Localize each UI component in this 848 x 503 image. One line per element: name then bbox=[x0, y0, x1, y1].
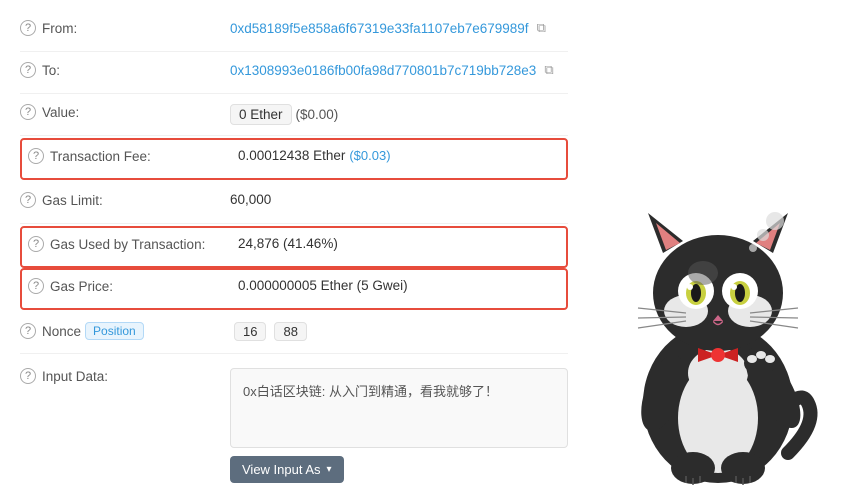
value-eth: 0 Ether bbox=[230, 104, 292, 125]
from-label: From: bbox=[42, 21, 77, 36]
view-input-as-button[interactable]: View Input As ▾ bbox=[230, 456, 344, 483]
to-label: To: bbox=[42, 63, 60, 78]
right-panel bbox=[588, 0, 848, 503]
nonce-value-col: 16 88 bbox=[230, 322, 568, 341]
gas-used-value: 24,876 (41.46%) bbox=[238, 236, 338, 251]
tx-fee-label: Transaction Fee: bbox=[50, 149, 151, 164]
gas-price-label-col: ? Gas Price: bbox=[28, 278, 238, 294]
main-container: ? From: 0xd58189f5e858a6f67319e33fa1107e… bbox=[0, 0, 848, 503]
from-address[interactable]: 0xd58189f5e858a6f67319e33fa1107eb7e67998… bbox=[230, 21, 529, 36]
tx-fee-value-col: 0.00012438 Ether ($0.03) bbox=[238, 148, 560, 163]
from-label-col: ? From: bbox=[20, 20, 230, 36]
to-help-icon[interactable]: ? bbox=[20, 62, 36, 78]
input-data-help-icon[interactable]: ? bbox=[20, 368, 36, 384]
input-data-label: Input Data: bbox=[42, 369, 108, 384]
view-input-as-label: View Input As bbox=[242, 462, 321, 477]
gas-used-label-col: ? Gas Used by Transaction: bbox=[28, 236, 238, 252]
gas-used-help-icon[interactable]: ? bbox=[28, 236, 44, 252]
nonce-number: 16 bbox=[234, 322, 266, 341]
to-copy-icon[interactable]: ⧉ bbox=[544, 62, 553, 78]
value-label: Value: bbox=[42, 105, 79, 120]
input-data-label-col: ? Input Data: bbox=[20, 364, 230, 384]
nonce-tag[interactable]: Position bbox=[85, 322, 144, 340]
tx-fee-help-icon[interactable]: ? bbox=[28, 148, 44, 164]
from-copy-icon[interactable]: ⧉ bbox=[537, 20, 546, 36]
input-data-section: 0x白话区块链: 从入门到精通，看我就够了！ View Input As ▾ bbox=[230, 364, 568, 483]
nonce-label: Nonce bbox=[42, 324, 81, 339]
tx-fee-label-col: ? Transaction Fee: bbox=[28, 148, 238, 164]
to-label-col: ? To: bbox=[20, 62, 230, 78]
from-row: ? From: 0xd58189f5e858a6f67319e33fa1107e… bbox=[20, 10, 568, 52]
gas-limit-label: Gas Limit: bbox=[42, 193, 103, 208]
value-label-col: ? Value: bbox=[20, 104, 230, 120]
gas-used-value-col: 24,876 (41.46%) bbox=[238, 236, 560, 251]
left-panel: ? From: 0xd58189f5e858a6f67319e33fa1107e… bbox=[0, 0, 588, 503]
value-row: ? Value: 0 Ether ($0.00) bbox=[20, 94, 568, 136]
gas-limit-value: 60,000 bbox=[230, 192, 271, 207]
input-data-box: 0x白话区块链: 从入门到精通，看我就够了！ bbox=[230, 368, 568, 448]
cat-illustration bbox=[608, 163, 828, 493]
input-data-row: ? Input Data: 0x白话区块链: 从入门到精通，看我就够了！ Vie… bbox=[20, 354, 568, 493]
gas-limit-value-col: 60,000 bbox=[230, 192, 568, 207]
from-value-col: 0xd58189f5e858a6f67319e33fa1107eb7e67998… bbox=[230, 20, 568, 36]
gas-used-row: ? Gas Used by Transaction: 24,876 (41.46… bbox=[20, 226, 568, 268]
from-help-icon[interactable]: ? bbox=[20, 20, 36, 36]
gas-limit-help-icon[interactable]: ? bbox=[20, 192, 36, 208]
transaction-fee-row: ? Transaction Fee: 0.00012438 Ether ($0.… bbox=[20, 138, 568, 180]
to-row: ? To: 0x1308993e0186fb00fa98d770801b7c71… bbox=[20, 52, 568, 94]
gas-price-label: Gas Price: bbox=[50, 279, 113, 294]
gas-price-help-icon[interactable]: ? bbox=[28, 278, 44, 294]
nonce-help-icon[interactable]: ? bbox=[20, 323, 36, 339]
nonce-position: 88 bbox=[274, 322, 306, 341]
chevron-down-icon: ▾ bbox=[327, 464, 332, 475]
to-address[interactable]: 0x1308993e0186fb00fa98d770801b7c719bb728… bbox=[230, 63, 536, 78]
to-value-col: 0x1308993e0186fb00fa98d770801b7c719bb728… bbox=[230, 62, 568, 78]
value-usd: ($0.00) bbox=[296, 107, 339, 122]
gas-used-label: Gas Used by Transaction: bbox=[50, 237, 205, 252]
value-value-col: 0 Ether ($0.00) bbox=[230, 104, 568, 125]
gas-price-value: 0.000000005 Ether (5 Gwei) bbox=[238, 278, 408, 293]
nonce-label-col: ? Nonce Position bbox=[20, 322, 230, 340]
tx-fee-usd: ($0.03) bbox=[349, 148, 390, 163]
gas-price-value-col: 0.000000005 Ether (5 Gwei) bbox=[238, 278, 560, 293]
gas-price-row: ? Gas Price: 0.000000005 Ether (5 Gwei) bbox=[20, 268, 568, 310]
gas-limit-row: ? Gas Limit: 60,000 bbox=[20, 182, 568, 224]
nonce-row: ? Nonce Position 16 88 bbox=[20, 312, 568, 354]
gas-limit-label-col: ? Gas Limit: bbox=[20, 192, 230, 208]
value-help-icon[interactable]: ? bbox=[20, 104, 36, 120]
tx-fee-eth: 0.00012438 Ether bbox=[238, 148, 345, 163]
